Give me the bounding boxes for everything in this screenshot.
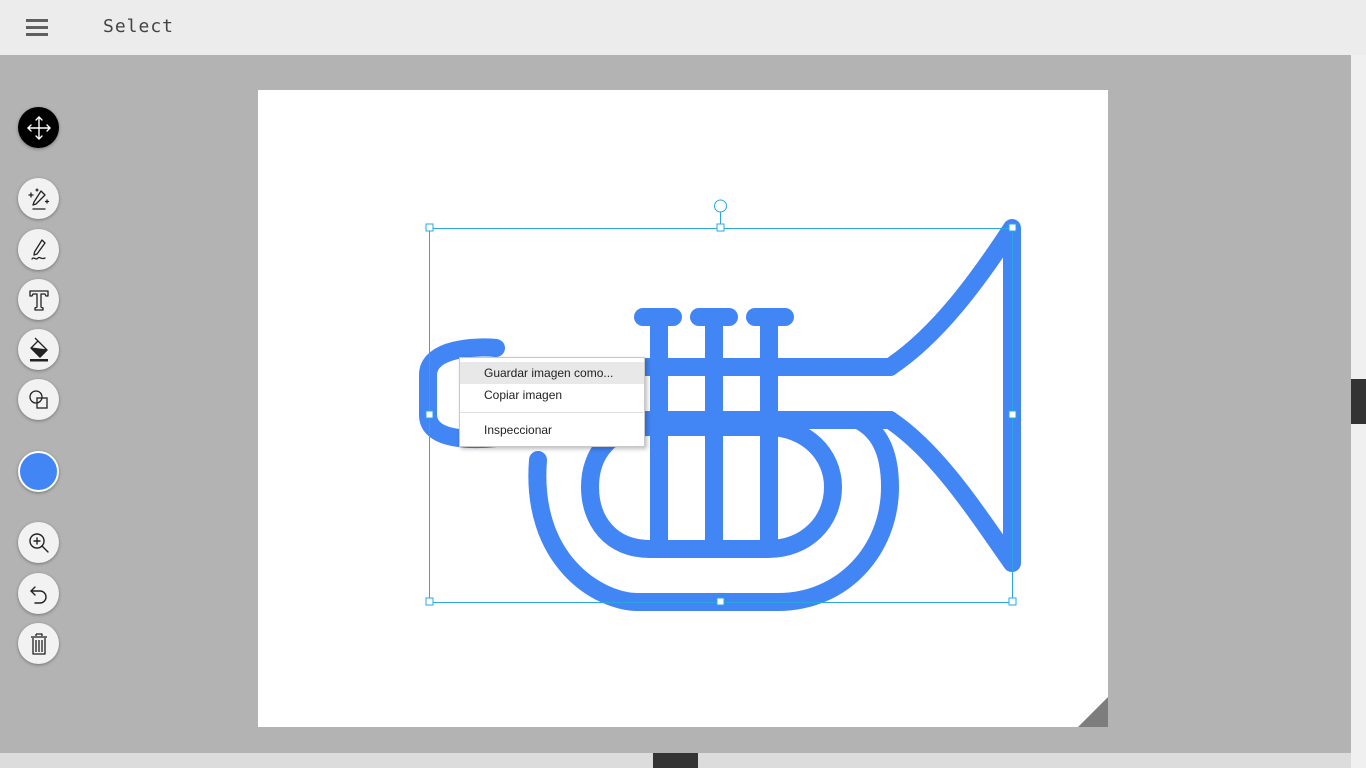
pen-icon xyxy=(30,238,46,260)
canvas-resize-handle[interactable] xyxy=(1078,697,1108,727)
move-tool-button[interactable] xyxy=(18,107,59,148)
text-tool-button[interactable] xyxy=(18,279,59,320)
paint-bucket-icon xyxy=(29,337,48,361)
context-menu-separator xyxy=(460,412,644,413)
fill-tool-button[interactable] xyxy=(18,329,59,370)
context-menu-copy-image[interactable]: Copiar imagen xyxy=(460,384,644,406)
hamburger-menu-icon[interactable] xyxy=(22,14,52,42)
trumpet-drawing[interactable] xyxy=(258,90,1108,727)
color-picker-swatch[interactable] xyxy=(18,451,59,492)
context-menu: Guardar imagen como... Copiar imagen Ins… xyxy=(459,357,645,447)
magic-pen-icon xyxy=(27,187,49,210)
vertical-scrollbar-thumb[interactable] xyxy=(1351,379,1366,424)
context-menu-inspect[interactable]: Inspeccionar xyxy=(460,419,644,441)
text-t-icon xyxy=(28,289,49,311)
delete-tool-button[interactable] xyxy=(18,623,59,664)
drawing-canvas[interactable] xyxy=(258,90,1108,727)
move-arrows-icon xyxy=(26,115,51,140)
horizontal-scrollbar-thumb[interactable] xyxy=(653,753,698,768)
shape-tool-button[interactable] xyxy=(18,379,59,420)
top-bar: Select xyxy=(0,0,1366,55)
magic-draw-tool-button[interactable] xyxy=(18,178,59,219)
zoom-tool-button[interactable] xyxy=(18,522,59,563)
undo-tool-button[interactable] xyxy=(18,573,59,614)
undo-icon xyxy=(29,585,47,604)
shapes-icon xyxy=(28,389,48,409)
current-tool-title: Select xyxy=(103,16,175,37)
zoom-in-icon xyxy=(28,532,49,553)
trash-icon xyxy=(30,632,47,655)
context-menu-save-image-as[interactable]: Guardar imagen como... xyxy=(460,362,644,384)
pen-tool-button[interactable] xyxy=(18,229,59,270)
